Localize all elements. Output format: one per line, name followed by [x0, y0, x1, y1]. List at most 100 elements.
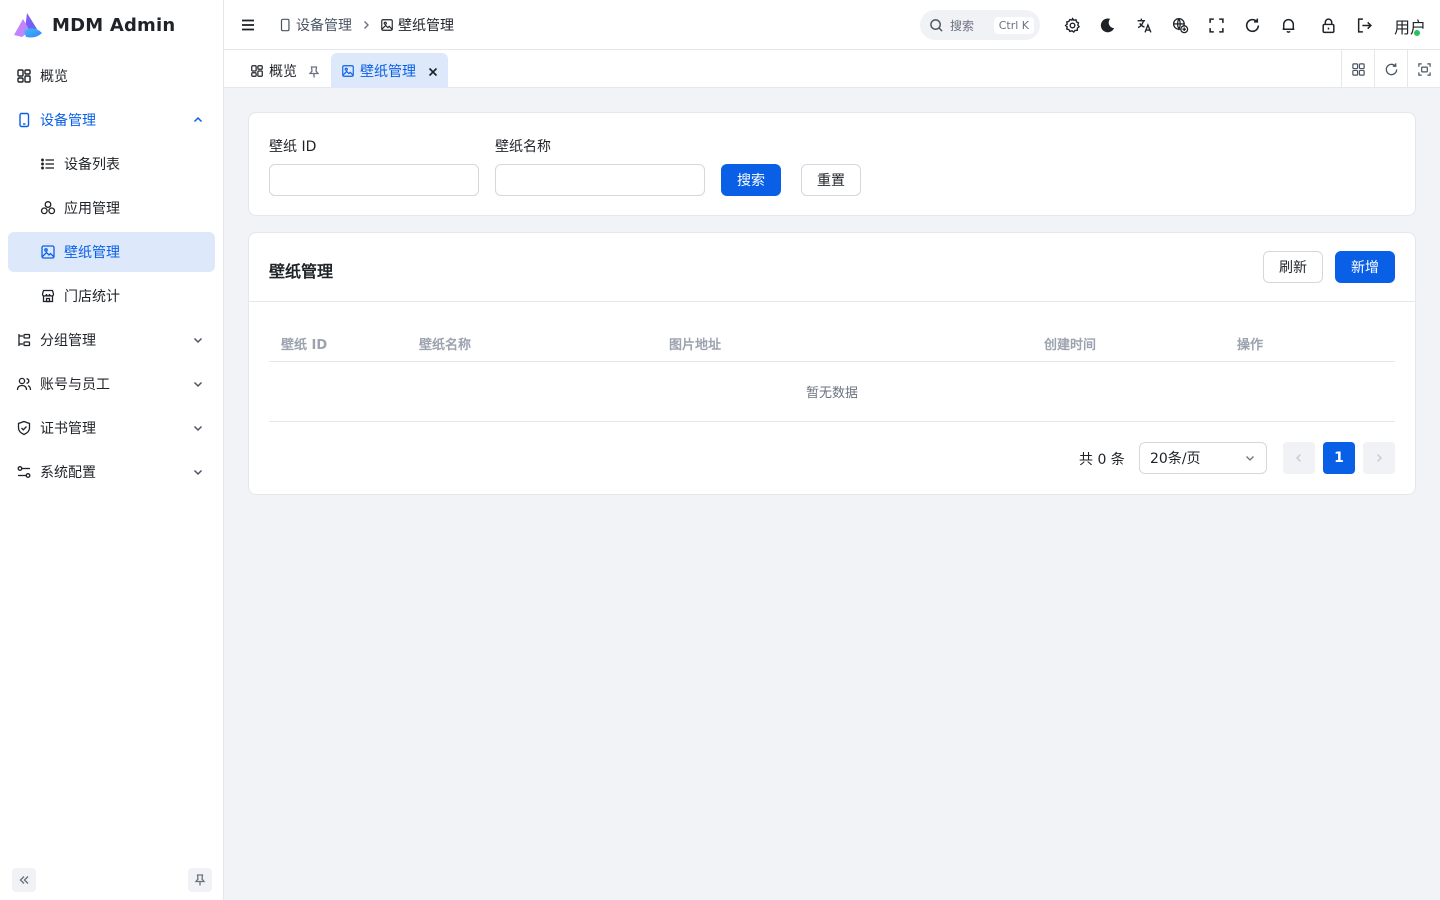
image-icon: [40, 244, 56, 260]
settings-sliders-icon: [16, 464, 32, 480]
lock-icon[interactable]: [1318, 15, 1338, 35]
next-page-button[interactable]: [1363, 442, 1395, 474]
table-empty-state: 暂无数据: [269, 362, 1395, 422]
pagination-total: 共 0 条: [1079, 452, 1125, 468]
sidebar-item-system-configuration[interactable]: 系统配置: [8, 452, 215, 492]
table-header-row: 壁纸 ID 壁纸名称 图片地址 创建时间 操作: [269, 322, 1395, 362]
chevron-left-icon: [1293, 452, 1305, 464]
prev-page-button[interactable]: [1283, 442, 1315, 474]
breadcrumb-label: 壁纸管理: [398, 18, 454, 34]
sidebar-item-label: 系统配置: [40, 465, 96, 481]
list-icon: [40, 156, 56, 172]
wallpaper-table-panel: 壁纸管理 刷新 新增 壁纸 ID 壁纸名称 图片地址 创建时间 操作 暂无数据 …: [248, 232, 1416, 495]
column-header-wallpaper-id[interactable]: 壁纸 ID: [281, 334, 327, 353]
pin-icon[interactable]: [307, 65, 320, 77]
sidebar-item-overview[interactable]: 概览: [8, 56, 215, 96]
sidebar: MDM Admin 概览 设备管理 设备列表 应用管理 壁纸管理 门店统计 分组…: [0, 0, 224, 900]
add-wallpaper-button[interactable]: 新增: [1335, 251, 1395, 283]
column-header-wallpaper-name[interactable]: 壁纸名称: [419, 334, 471, 353]
maximize-icon: [1417, 62, 1432, 77]
chevron-down-icon: [1244, 452, 1256, 464]
image-icon: [380, 18, 394, 32]
pin-sidebar-button[interactable]: [188, 868, 212, 892]
sidebar-item-label: 账号与员工: [40, 377, 110, 393]
page-button-current[interactable]: 1: [1323, 442, 1355, 474]
tablet-icon: [16, 112, 32, 128]
chevron-right-icon: [1373, 452, 1385, 464]
chevron-down-icon: [191, 465, 205, 479]
breadcrumb-label: 设备管理: [296, 18, 352, 34]
shield-icon: [16, 420, 32, 436]
refresh-button[interactable]: 刷新: [1263, 251, 1323, 283]
grid-icon: [1351, 62, 1366, 77]
page-size-value: 20条/页: [1150, 451, 1201, 467]
sidebar-item-certificate-management[interactable]: 证书管理: [8, 408, 215, 448]
sidebar-item-wallpaper-management[interactable]: 壁纸管理: [8, 232, 215, 272]
breadcrumb: 设备管理 壁纸管理: [278, 0, 454, 50]
tab-overview[interactable]: 概览: [240, 53, 329, 88]
search-placeholder: 搜索: [950, 18, 975, 33]
reset-button[interactable]: 重置: [801, 164, 861, 196]
pin-icon: [193, 873, 207, 887]
fullscreen-icon[interactable]: [1206, 15, 1226, 35]
sidebar-item-label: 应用管理: [64, 201, 120, 217]
sidebar-item-label: 设备管理: [40, 113, 96, 129]
sidebar-item-label: 分组管理: [40, 333, 96, 349]
dark-mode-moon-icon[interactable]: [1097, 15, 1117, 35]
app-logo-icon: [12, 11, 44, 39]
apps-icon: [40, 200, 56, 216]
tab-label: 壁纸管理: [360, 63, 416, 80]
store-icon: [40, 288, 56, 304]
tablet-icon: [278, 18, 292, 32]
tab-maximize-button[interactable]: [1407, 50, 1440, 88]
column-header-created-time[interactable]: 创建时间: [1044, 334, 1096, 353]
collapse-sidebar-button[interactable]: [12, 868, 36, 892]
online-status-dot: [1413, 29, 1421, 37]
menu-toggle-icon[interactable]: [240, 17, 256, 33]
page-size-select[interactable]: 20条/页: [1139, 442, 1267, 474]
sidebar-item-store-statistics[interactable]: 门店统计: [8, 276, 215, 316]
wallpaper-id-input[interactable]: [269, 164, 479, 196]
logout-icon[interactable]: [1354, 15, 1374, 35]
chevron-down-icon: [191, 333, 205, 347]
language-globe-icon[interactable]: [1170, 15, 1190, 35]
sidebar-item-device-management[interactable]: 设备管理: [8, 100, 215, 140]
settings-gear-icon[interactable]: [1062, 15, 1082, 35]
wallpaper-name-label: 壁纸名称: [495, 139, 551, 155]
chevron-down-icon: [191, 377, 205, 391]
wallpaper-name-input[interactable]: [495, 164, 705, 196]
translate-icon[interactable]: [1134, 15, 1154, 35]
breadcrumb-item-wallpaper-management[interactable]: 壁纸管理: [380, 15, 454, 35]
table-title: 壁纸管理: [269, 262, 334, 281]
refresh-icon: [1384, 62, 1399, 77]
sidebar-item-label: 设备列表: [64, 157, 120, 173]
search-button[interactable]: 搜索: [721, 164, 781, 196]
divider: [249, 301, 1415, 302]
sidebar-item-app-management[interactable]: 应用管理: [8, 188, 215, 228]
double-chevron-left-icon: [17, 873, 31, 887]
search-shortcut: Ctrl K: [993, 16, 1034, 34]
filter-panel: 壁纸 ID 壁纸名称 搜索 重置: [248, 112, 1416, 216]
logo-row[interactable]: MDM Admin: [0, 0, 223, 50]
breadcrumb-item-device-management[interactable]: 设备管理: [278, 15, 352, 35]
tab-wallpaper-management[interactable]: 壁纸管理: [331, 53, 448, 88]
sidebar-footer: [0, 868, 224, 892]
top-header: 设备管理 壁纸管理 搜索 Ctrl K 用户: [224, 0, 1440, 50]
sidebar-item-accounts-employees[interactable]: 账号与员工: [8, 364, 215, 404]
tab-refresh-button[interactable]: [1374, 50, 1407, 88]
sidebar-item-label: 壁纸管理: [64, 245, 120, 261]
refresh-icon[interactable]: [1242, 15, 1262, 35]
sidebar-item-device-list[interactable]: 设备列表: [8, 144, 215, 184]
column-header-actions: 操作: [1237, 338, 1264, 353]
chevron-up-icon: [191, 113, 205, 127]
users-icon: [16, 376, 32, 392]
column-header-image-url[interactable]: 图片地址: [669, 334, 721, 353]
close-icon[interactable]: [426, 65, 438, 77]
dashboard-icon: [250, 64, 264, 78]
user-avatar-label[interactable]: 用户: [1394, 14, 1426, 38]
notification-bell-icon[interactable]: [1278, 15, 1298, 35]
global-search[interactable]: 搜索 Ctrl K: [920, 10, 1040, 40]
tab-grid-menu-button[interactable]: [1341, 50, 1374, 88]
sidebar-item-group-management[interactable]: 分组管理: [8, 320, 215, 360]
search-icon: [929, 18, 944, 33]
